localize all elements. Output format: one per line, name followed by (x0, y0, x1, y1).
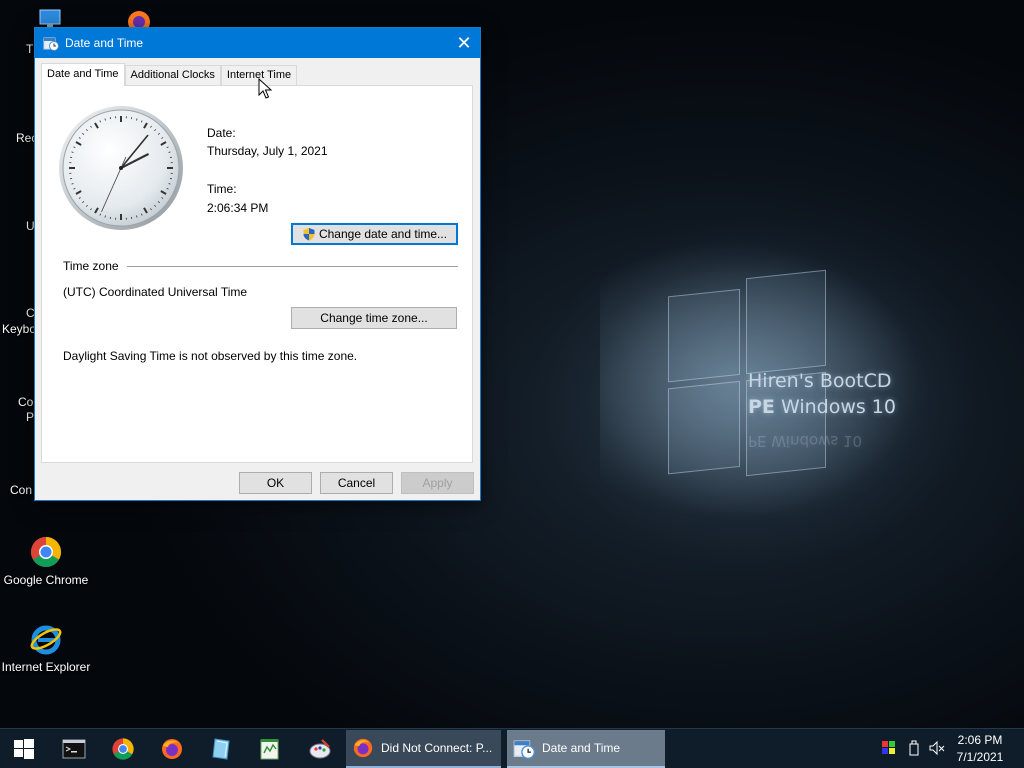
explorer-icon (212, 738, 230, 760)
desktop-icon-internet-explorer[interactable]: Internet Explorer (0, 622, 92, 674)
start-icon (14, 739, 34, 759)
timezone-value: (UTC) Coordinated Universal Time (63, 285, 248, 299)
tray-clock[interactable]: 2:06 PM 7/1/2021 (946, 732, 1014, 766)
change-time-zone-button[interactable]: Change time zone... (291, 307, 457, 329)
mouse-cursor-icon (258, 78, 272, 99)
desktop-icon-label: Internet Explorer (1, 660, 91, 674)
paint-icon (309, 739, 331, 759)
tab-date-and-time[interactable]: Date and Time (41, 63, 125, 86)
tray-time: 2:06 PM (957, 733, 1003, 747)
ok-button[interactable]: OK (239, 472, 312, 494)
taskbar-task-label: Date and Time (542, 741, 621, 755)
taskbar-pin-explorer[interactable] (197, 729, 245, 768)
desktop-icon-google-chrome[interactable]: Google Chrome (0, 535, 92, 587)
change-date-and-time-button[interactable]: Change date and time... (291, 223, 458, 245)
tray-date: 7/1/2021 (956, 750, 1004, 764)
time-label: Time: (207, 182, 237, 196)
analog-clock (59, 106, 183, 230)
wallpaper-watermark-subtitle: PE Windows 10 (748, 396, 896, 418)
taskbar-pin-firefox[interactable] (148, 729, 196, 768)
usb-icon[interactable] (906, 740, 922, 756)
taskbar-task-date-and-time[interactable]: Date and Time (507, 730, 665, 768)
taskbar-task-label: Did Not Connect: P... (381, 741, 493, 755)
desktop-icon-label-partial[interactable]: Keybo (2, 322, 36, 336)
notepad-icon (260, 739, 279, 760)
desktop-icon-label-partial[interactable]: P (26, 410, 34, 424)
chrome-icon (112, 738, 134, 760)
desktop-icon-label-partial[interactable]: Co (18, 395, 33, 409)
wallpaper-watermark-reflection: PE Windows 10 (748, 432, 863, 450)
wallpaper-watermark-title: Hiren's BootCD (748, 370, 892, 392)
desktop-icon-label-partial[interactable]: Con (10, 483, 32, 497)
taskbar-pin-notepad[interactable] (246, 729, 294, 768)
desktop-icon-label-partial[interactable]: T (26, 42, 33, 56)
datetime-icon (513, 740, 535, 759)
dialog-titlebar[interactable]: Date and Time ✕ (35, 28, 480, 58)
taskbar-pin-terminal[interactable] (50, 729, 98, 768)
ie-icon (29, 622, 63, 656)
date-value: Thursday, July 1, 2021 (207, 144, 328, 158)
timezone-divider (127, 266, 458, 267)
close-icon: ✕ (456, 32, 472, 53)
taskbar-pin-chrome[interactable] (99, 729, 147, 768)
start-button[interactable] (0, 729, 48, 768)
tab-panel: Date: Thursday, July 1, 2021 Time: 2:06:… (41, 85, 473, 463)
time-value: 2:06:34 PM (207, 201, 269, 215)
datetime-icon (43, 37, 59, 51)
cancel-button[interactable]: Cancel (320, 472, 393, 494)
taskbar: Did Not Connect: P... Date and Time 2:06… (0, 728, 1024, 768)
chrome-icon (29, 535, 63, 569)
desktop-icon-label: Google Chrome (3, 573, 89, 587)
uac-shield-icon (303, 228, 315, 241)
color-display-icon[interactable] (881, 740, 897, 756)
dialog-title: Date and Time (65, 36, 144, 50)
tab-additional-clocks[interactable]: Additional Clocks (124, 65, 221, 86)
firefox-icon (162, 739, 182, 759)
close-button[interactable]: ✕ (448, 28, 480, 58)
terminal-icon (62, 739, 86, 759)
dst-note: Daylight Saving Time is not observed by … (63, 349, 358, 363)
taskbar-pin-paint[interactable] (296, 729, 344, 768)
volume-muted-icon[interactable] (929, 740, 945, 756)
date-label: Date: (207, 126, 236, 140)
apply-button[interactable]: Apply (401, 472, 474, 494)
firefox-icon (353, 738, 373, 758)
taskbar-task-firefox[interactable]: Did Not Connect: P... (346, 730, 501, 768)
timezone-heading: Time zone (63, 259, 119, 273)
